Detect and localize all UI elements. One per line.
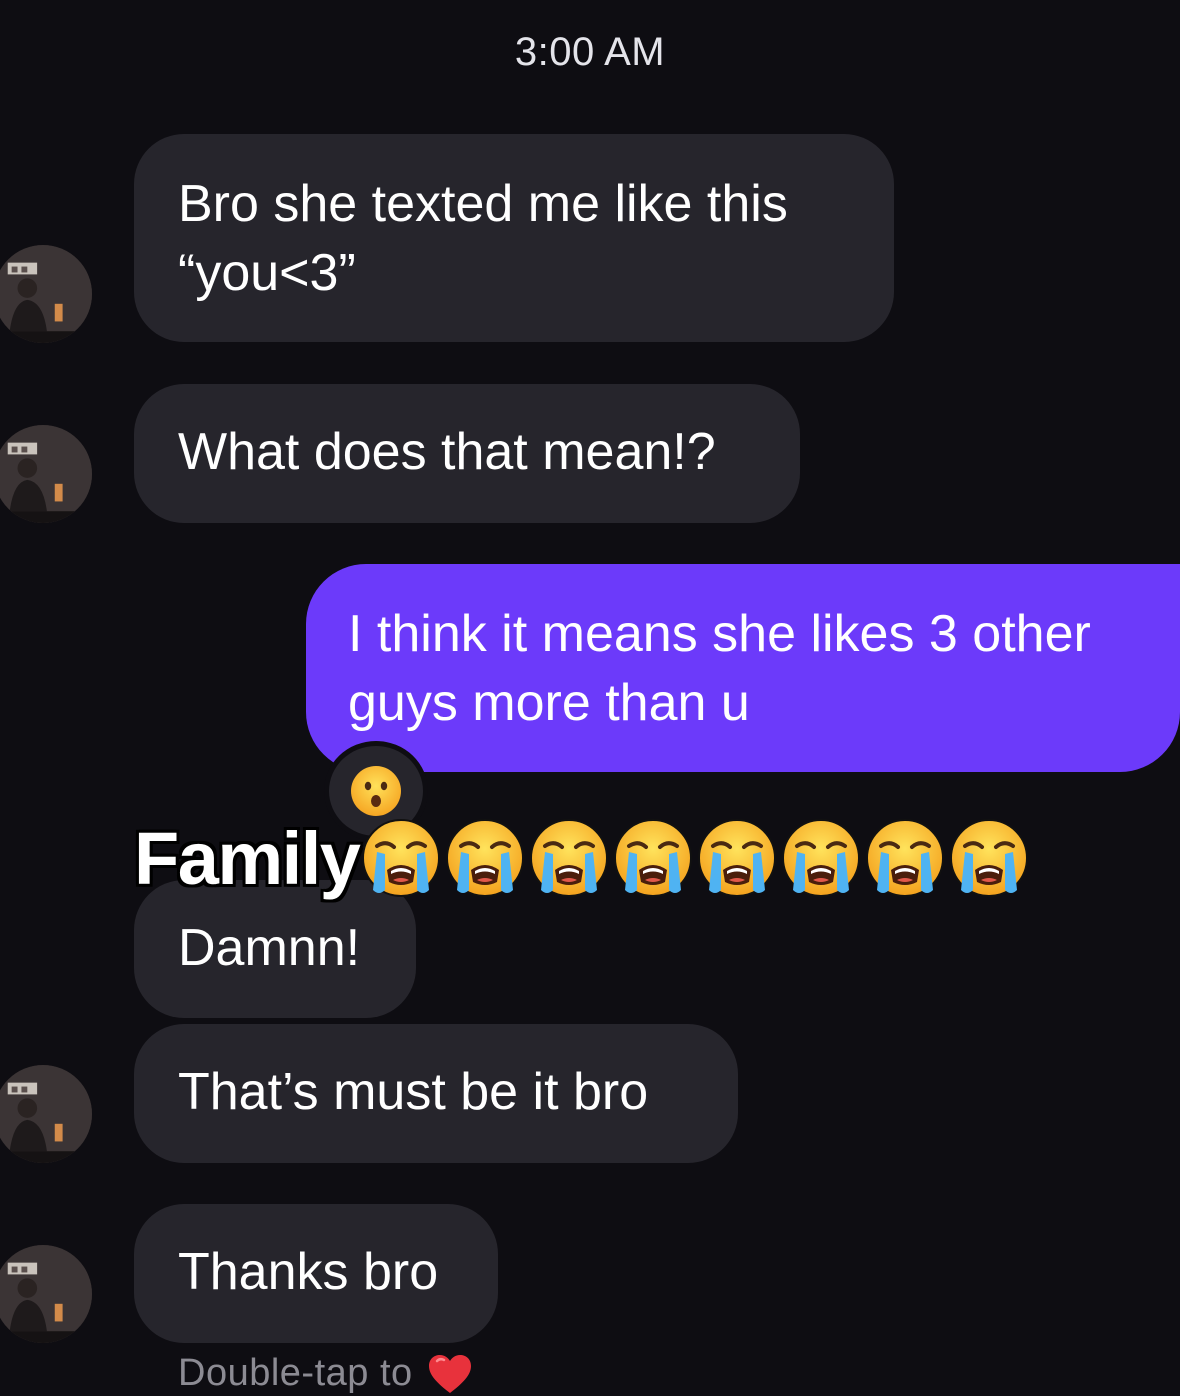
loudly-crying-face-emoji	[950, 819, 1029, 897]
loudly-crying-face-emoji	[782, 819, 861, 897]
loudly-crying-face-emoji	[698, 819, 777, 897]
message-bubble-incoming[interactable]: Bro she texted me like this “you<3”	[134, 134, 894, 342]
message-bubble-incoming[interactable]: What does that mean!?	[134, 384, 800, 523]
avatar-photo	[0, 1065, 92, 1163]
message-text: What does that mean!?	[178, 423, 716, 481]
loudly-crying-face-emoji	[614, 819, 693, 897]
message-text: Damnn!	[178, 919, 361, 977]
message-text: I think it means she likes 3 other guys …	[348, 605, 1091, 732]
message-text: Bro she texted me like this “you<3”	[178, 175, 788, 302]
avatar-photo	[0, 245, 92, 343]
overlay-caption: Family	[134, 808, 1031, 908]
sender-avatar[interactable]	[0, 425, 92, 523]
loudly-crying-face-emoji	[446, 819, 525, 897]
message-bubble-outgoing[interactable]: I think it means she likes 3 other guys …	[306, 564, 1180, 772]
loudly-crying-face-emoji	[866, 819, 945, 897]
double-tap-hint[interactable]: Double-tap to	[178, 1352, 473, 1395]
message-text: Thanks bro	[178, 1243, 439, 1301]
message-timestamp: 3:00 AM	[514, 30, 666, 74]
sender-avatar[interactable]	[0, 1245, 92, 1343]
crying-emoji-row	[359, 816, 1031, 900]
sender-avatar[interactable]	[0, 1065, 92, 1163]
message-text: That’s must be it bro	[178, 1063, 649, 1121]
sender-avatar[interactable]	[0, 245, 92, 343]
avatar-photo	[0, 1245, 92, 1343]
avatar-photo	[0, 425, 92, 523]
loudly-crying-face-emoji	[362, 819, 441, 897]
hint-text: Double-tap to	[178, 1352, 413, 1394]
loudly-crying-face-emoji	[530, 819, 609, 897]
caption-text: Family	[134, 816, 361, 900]
message-bubble-incoming[interactable]: That’s must be it bro	[134, 1024, 738, 1163]
heart-icon[interactable]	[427, 1353, 473, 1395]
message-bubble-incoming[interactable]: Thanks bro	[134, 1204, 498, 1343]
